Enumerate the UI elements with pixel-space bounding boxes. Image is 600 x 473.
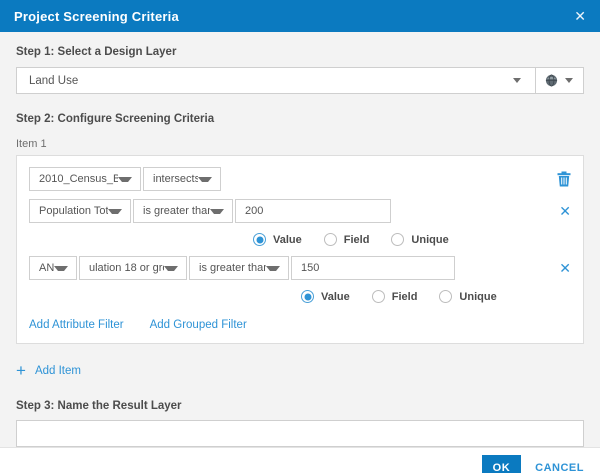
remove-filter1-button[interactable]: ✕ — [559, 204, 571, 218]
filter2-radio-unique[interactable]: Unique — [439, 290, 496, 303]
chevron-down-icon — [210, 209, 224, 214]
cancel-button[interactable]: CANCEL — [535, 462, 584, 473]
filter1-field-select[interactable]: Population Total — [29, 199, 131, 223]
criteria-layer-select[interactable]: 2010_Census_Blocks — [29, 167, 141, 191]
dialog-footer: OK CANCEL — [0, 448, 600, 473]
layer-browse-button[interactable] — [536, 74, 583, 87]
dialog-body: Step 1: Select a Design Layer Land Use S… — [0, 32, 600, 448]
radio-label: Unique — [459, 291, 496, 303]
radio-icon — [439, 290, 452, 303]
add-item-label: Add Item — [35, 365, 81, 377]
filter2-field-select[interactable]: ulation 18 or greater — [79, 256, 187, 280]
filter2-mode-radios: Value Field Unique — [301, 290, 571, 303]
filter2-radio-field[interactable]: Field — [372, 290, 418, 303]
radio-icon — [391, 233, 404, 246]
plus-icon: + — [16, 363, 26, 379]
design-layer-select[interactable]: Land Use — [16, 67, 584, 94]
radio-label: Value — [273, 234, 302, 246]
chevron-down-icon — [108, 209, 122, 214]
globe-icon — [545, 74, 558, 87]
chevron-down-icon — [54, 266, 68, 271]
chevron-down-icon — [118, 177, 132, 182]
filter2-value-input[interactable] — [291, 256, 455, 280]
dialog-header: Project Screening Criteria ✕ — [0, 0, 600, 32]
radio-label: Unique — [411, 234, 448, 246]
chevron-down-icon — [164, 266, 178, 271]
result-layer-name-input[interactable] — [16, 420, 584, 447]
filter2-operator-select[interactable]: is greater than — [189, 256, 289, 280]
chevron-down-icon — [198, 177, 212, 182]
x-icon: ✕ — [559, 204, 571, 218]
radio-label: Field — [344, 234, 370, 246]
close-icon[interactable]: ✕ — [574, 9, 586, 23]
filter1-field-value: Population Total — [39, 205, 108, 217]
add-attribute-filter-link[interactable]: Add Attribute Filter — [29, 319, 124, 331]
filter2-field-value: ulation 18 or greater — [89, 262, 164, 274]
filter2-operator-value: is greater than — [199, 262, 266, 274]
filter1-operator-value: is greater than — [143, 205, 210, 217]
delete-item-button[interactable] — [557, 171, 571, 187]
filter2-radio-value[interactable]: Value — [301, 290, 350, 303]
spatial-operator-select[interactable]: intersects — [143, 167, 221, 191]
radio-icon — [253, 233, 266, 246]
trash-icon — [557, 171, 571, 187]
chevron-down-icon — [565, 78, 573, 83]
step2-label: Step 2: Configure Screening Criteria — [16, 113, 584, 125]
design-layer-value: Land Use — [17, 75, 78, 87]
filter2-conjunction-select[interactable]: AND — [29, 256, 77, 280]
filter2-conjunction-value: AND — [39, 262, 54, 274]
radio-icon — [324, 233, 337, 246]
step1-label: Step 1: Select a Design Layer — [16, 46, 584, 58]
radio-label: Value — [321, 291, 350, 303]
attribute-filter-row: AND ulation 18 or greater is greater tha… — [29, 256, 571, 280]
radio-icon — [301, 290, 314, 303]
layer-operator-row: 2010_Census_Blocks intersects — [29, 167, 571, 191]
filter1-operator-select[interactable]: is greater than — [133, 199, 233, 223]
criteria-item-card: 2010_Census_Blocks intersects — [16, 155, 584, 344]
item-label: Item 1 — [16, 138, 584, 150]
filter1-radio-unique[interactable]: Unique — [391, 233, 448, 246]
ok-button[interactable]: OK — [482, 455, 522, 473]
add-grouped-filter-link[interactable]: Add Grouped Filter — [150, 319, 247, 331]
chevron-down-icon — [513, 78, 521, 83]
filter1-radio-value[interactable]: Value — [253, 233, 302, 246]
filter-links-row: Add Attribute Filter Add Grouped Filter — [29, 319, 571, 331]
remove-filter2-button[interactable]: ✕ — [559, 261, 571, 275]
step3-label: Step 3: Name the Result Layer — [16, 400, 584, 412]
x-icon: ✕ — [559, 261, 571, 275]
project-screening-criteria-dialog: Project Screening Criteria ✕ Step 1: Sel… — [0, 0, 600, 473]
chevron-down-icon — [266, 266, 280, 271]
attribute-filter-row: Population Total is greater than ✕ — [29, 199, 571, 223]
filter1-radio-field[interactable]: Field — [324, 233, 370, 246]
add-item-button[interactable]: + Add Item — [16, 363, 584, 379]
criteria-layer-value: 2010_Census_Blocks — [39, 173, 118, 185]
filter1-value-input[interactable] — [235, 199, 391, 223]
radio-icon — [372, 290, 385, 303]
filter1-mode-radios: Value Field Unique — [253, 233, 571, 246]
radio-label: Field — [392, 291, 418, 303]
spatial-operator-value: intersects — [153, 173, 198, 185]
dialog-title: Project Screening Criteria — [14, 9, 179, 24]
